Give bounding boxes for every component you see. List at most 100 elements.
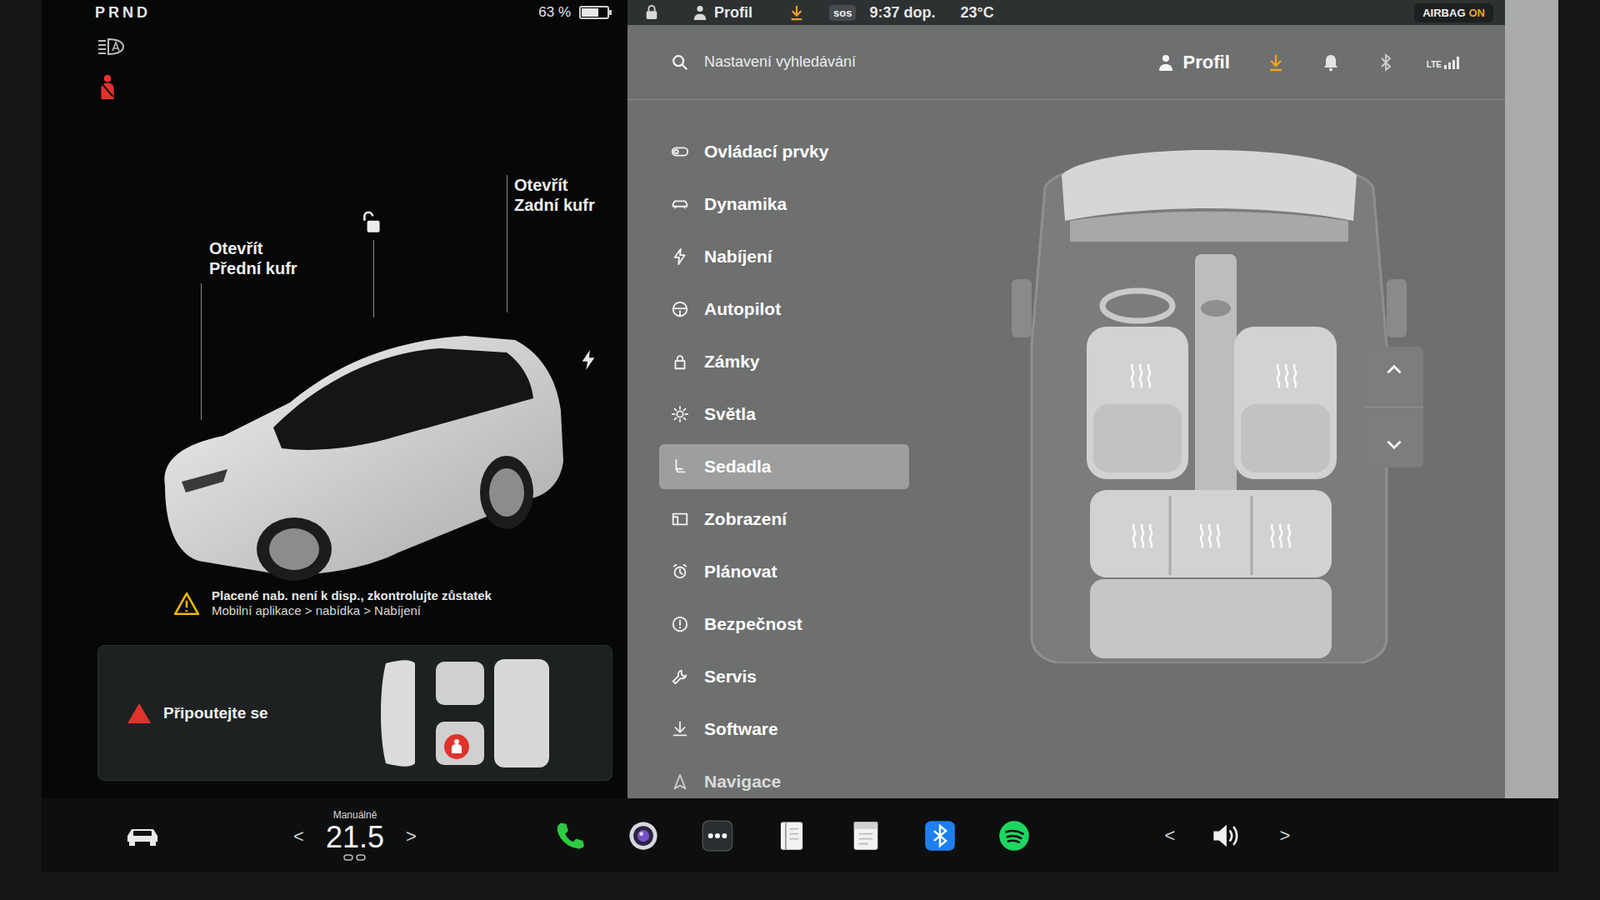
app-launcher: [531, 820, 1051, 852]
seatbelt-message: Připoutejte se: [163, 704, 269, 723]
seat-heat-mini-icon: [342, 853, 368, 862]
bluetooth-icon[interactable]: [1376, 53, 1395, 72]
volume-up-button[interactable]: >: [1260, 825, 1310, 847]
cellular-status: LTE: [1426, 55, 1462, 70]
menu-item[interactable]: Zobrazení: [659, 496, 910, 542]
menu-item[interactable]: Autopilot: [659, 286, 910, 332]
menu-item-icon: [670, 195, 690, 214]
sos-indicator: sos: [829, 5, 856, 21]
menu-item-icon: [670, 562, 690, 581]
open-trunk-button[interactable]: OtevřítZadní kufr: [514, 175, 595, 215]
phone-icon[interactable]: [553, 820, 585, 852]
frunk-action: Otevřít: [209, 238, 298, 259]
menu-item-icon: [670, 405, 690, 424]
profile-icon: [692, 4, 708, 21]
camera-icon[interactable]: [627, 820, 660, 852]
alert-triangle-icon: [126, 702, 152, 725]
menu-item[interactable]: Servis: [659, 654, 910, 700]
menu-item-icon: [670, 142, 690, 161]
auto-headlight-icon: [96, 36, 127, 57]
lock-callout-line: [373, 240, 375, 318]
profile-icon: [1156, 53, 1175, 72]
menu-item-icon: [670, 510, 690, 529]
download-icon[interactable]: [1266, 53, 1285, 72]
menu-item[interactable]: Plánovat: [659, 549, 910, 595]
display: PRND63 %OtevřítPřední kufrOtevřítZadní k…: [41, 0, 1559, 873]
open-frunk-button[interactable]: OtevřítPřední kufr: [209, 238, 298, 279]
search-icon: [670, 53, 690, 72]
bell-icon[interactable]: [1321, 53, 1340, 72]
menu-item-icon: [670, 720, 690, 739]
trunk-action: Otevřít: [514, 175, 595, 195]
settings-body: Ovládací prvky Dynamika Nabíjení Autopilot Z…: [627, 100, 1505, 799]
menu-item-icon: [670, 352, 690, 371]
charging-alert: Placené nab. není k disp., zkontrolujte …: [41, 586, 628, 620]
car-model-icon: [148, 302, 567, 584]
cabin-temperature: 21.5: [325, 821, 385, 854]
download-icon: [789, 4, 805, 21]
menu-item[interactable]: Světla: [659, 391, 910, 437]
menu-item-icon: [670, 300, 690, 319]
car-icon[interactable]: [124, 823, 161, 849]
trunk-label: Zadní kufr: [514, 195, 595, 215]
top-status-bar: Profilsos9:37 dop.23°CAIRBAGON: [627, 0, 1505, 25]
cabin-top-view-icon: [995, 137, 1424, 664]
charge-port-icon[interactable]: [579, 349, 598, 371]
settings-header: Nastavení vyhledávání Profil LTE: [627, 25, 1505, 100]
trunk-callout-line: [506, 175, 508, 313]
frunk-label: Přední kufr: [209, 258, 298, 279]
clock: 9:37 dop.: [869, 4, 935, 22]
seat-occupancy-icon: [377, 655, 582, 772]
warning-icon: [173, 591, 200, 616]
menu-item[interactable]: Sedadla: [659, 444, 910, 490]
profile-name[interactable]: Profil: [714, 4, 753, 22]
menu-item[interactable]: Bezpečnost: [659, 601, 910, 647]
menu-item[interactable]: Ovládací prvky: [659, 129, 910, 175]
menu-item[interactable]: Software: [659, 706, 910, 752]
settings-search[interactable]: Nastavení vyhledávání: [704, 53, 856, 71]
temp-up-button[interactable]: >: [405, 825, 417, 848]
volume-control: <>: [1145, 821, 1310, 850]
calendar-icon[interactable]: [850, 820, 882, 852]
battery-percent: 63 %: [538, 4, 571, 21]
seat-heater-view: [909, 100, 1505, 799]
bluetooth-app-icon[interactable]: [924, 820, 956, 852]
menu-item[interactable]: Navigace: [659, 759, 910, 799]
settings-menu: Ovládací prvky Dynamika Nabíjení Autopilot Z…: [659, 100, 910, 799]
unlocked-icon[interactable]: [361, 210, 384, 235]
chevron-down-icon[interactable]: [1383, 433, 1405, 455]
menu-item-icon: [670, 772, 690, 791]
chevron-up-icon[interactable]: [1383, 359, 1405, 381]
indicator-column: [41, 25, 628, 137]
seatbelt-warning-icon: [96, 73, 119, 102]
menu-item[interactable]: Dynamika: [659, 181, 910, 227]
signal-icon: [1443, 55, 1462, 70]
temp-down-button[interactable]: <: [293, 825, 305, 848]
frunk-callout-line: [200, 283, 202, 420]
car-view: OtevřítPřední kufrOtevřítZadní kufr: [41, 136, 628, 587]
settings-column: Profilsos9:37 dop.23°CAIRBAGONNastavení …: [627, 0, 1505, 799]
climate-control: Manuálně <21.5 >: [243, 809, 467, 863]
alert-message: Placené nab. není k disp., zkontrolujte …: [211, 588, 492, 604]
speaker-icon[interactable]: [1210, 821, 1245, 850]
tesla-screen: PRND63 %OtevřítPřední kufrOtevřítZadní k…: [0, 0, 1600, 900]
seat-scroll-controls: [1365, 346, 1424, 468]
lock-status-icon: [644, 4, 660, 21]
airbag-status: AIRBAGON: [1414, 3, 1494, 23]
screen-edge: [1505, 0, 1559, 799]
volume-down-button[interactable]: <: [1145, 825, 1195, 847]
menu-item-icon: [670, 615, 690, 634]
manual-icon[interactable]: [775, 820, 808, 852]
main-area: PRND63 %OtevřítPřední kufrOtevřítZadní k…: [41, 0, 1559, 799]
alert-hint: Mobilní aplikace > nabídka > Nabíjení: [211, 603, 492, 619]
seatbelt-card: Připoutejte se: [97, 645, 613, 781]
climate-mode: Manuálně: [333, 809, 378, 821]
menu-item[interactable]: Zámky: [659, 339, 910, 385]
menu-item-icon: [670, 457, 690, 476]
battery-icon: [579, 5, 613, 20]
status-row: PRND63 %: [41, 0, 628, 25]
more-apps-icon[interactable]: [701, 820, 734, 852]
profile-button[interactable]: Profil: [1183, 51, 1230, 74]
menu-item[interactable]: Nabíjení: [659, 234, 910, 280]
spotify-icon[interactable]: [998, 820, 1030, 852]
